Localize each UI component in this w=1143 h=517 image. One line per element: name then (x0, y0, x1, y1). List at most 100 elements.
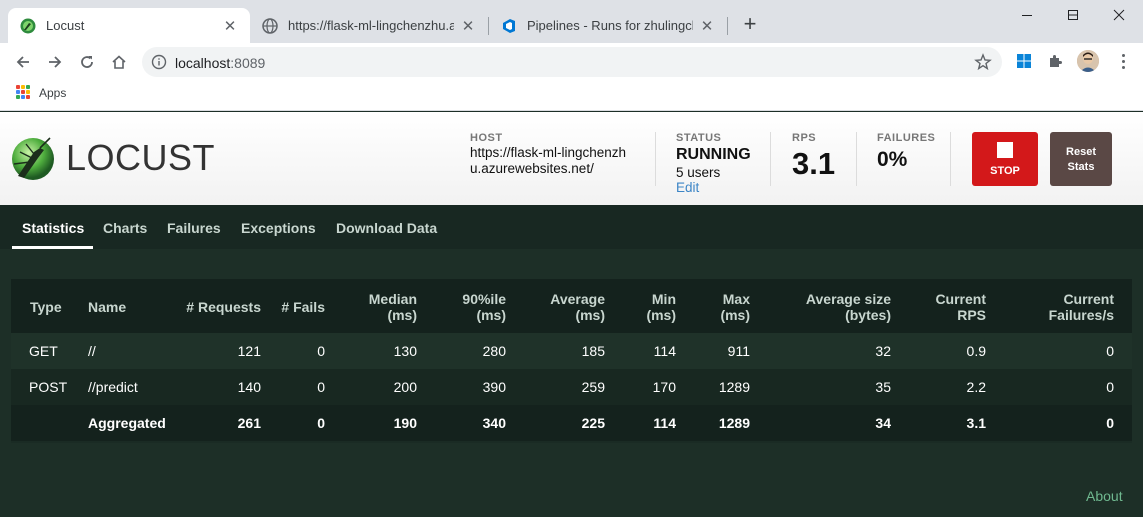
close-tab-icon[interactable]: ✕ (222, 17, 238, 35)
cell-90ile: 340 (482, 415, 506, 431)
url-port: :8089 (230, 55, 266, 71)
user-count: 5 users (676, 165, 721, 180)
apps-grid-icon[interactable] (16, 85, 30, 99)
reset-stats-button[interactable]: Reset Stats (1050, 132, 1112, 186)
tab-exceptions[interactable]: Exceptions (241, 220, 316, 236)
bookmark-star-icon[interactable] (974, 53, 992, 71)
tab-title: Pipelines - Runs for zhulingchen/flask-m… (527, 18, 693, 33)
cell-type: POST (29, 379, 68, 395)
cell-max: 911 (727, 343, 750, 359)
dot (1121, 59, 1125, 63)
cell-requests: 121 (237, 343, 261, 359)
col-current-failures[interactable]: Current Failures/s (1049, 291, 1114, 323)
col-type[interactable]: Type (30, 299, 62, 315)
url-text[interactable]: localhost:8089 (175, 55, 265, 71)
cell-requests: 140 (237, 379, 261, 395)
dot (1121, 53, 1125, 57)
col-label: Name (88, 299, 127, 315)
col-name[interactable]: Name (88, 299, 126, 315)
minimize-button[interactable] (1004, 0, 1050, 30)
col-requests[interactable]: # Requests (186, 299, 261, 315)
tab-download-data[interactable]: Download Data (336, 220, 437, 236)
tab-title: https://flask-ml-lingchenzhu.azurewebsit… (288, 18, 454, 33)
windows-icon (1017, 54, 1031, 68)
col-label: # Fails (281, 299, 325, 315)
cell-fails: 0 (317, 379, 325, 395)
close-tab-icon[interactable]: ✕ (460, 17, 476, 35)
locust-logo-text: LOCUST (66, 137, 216, 178)
rps-label: RPS (792, 132, 817, 144)
browser-tab-flask-site[interactable]: https://flask-ml-lingchenzhu.azurewebsit… (250, 8, 488, 43)
avatar-icon (1077, 50, 1099, 72)
rps-value: 3.1 (792, 146, 836, 181)
extensions-button[interactable] (1045, 51, 1065, 71)
tab-statistics[interactable]: Statistics (22, 220, 84, 236)
failures-value: 0% (877, 148, 908, 171)
col-median[interactable]: Median (ms) (369, 291, 417, 323)
col-current-rps[interactable]: Current RPS (935, 291, 986, 323)
cell-name: Aggregated (88, 415, 166, 431)
cell-median: 200 (393, 379, 417, 395)
browser-tab-locust[interactable]: Locust ✕ (8, 8, 250, 43)
col-label: Min (651, 291, 676, 307)
cell-current-failures: 0 (1106, 379, 1114, 395)
cell-fails: 0 (317, 415, 325, 431)
col-average-size[interactable]: Average size (bytes) (806, 291, 891, 323)
address-bar[interactable]: localhost:8089 (142, 47, 1002, 77)
browser-toolbar: localhost:8089 (0, 43, 1143, 79)
locust-favicon-icon (20, 18, 36, 33)
cell-current-rps: 0.9 (966, 343, 986, 359)
col-max[interactable]: Max (ms) (720, 291, 750, 323)
col-unit: RPS (957, 307, 986, 323)
status-value: RUNNING (676, 146, 751, 163)
tab-title: Locust (46, 18, 85, 33)
close-window-button[interactable] (1096, 0, 1142, 30)
info-icon[interactable] (151, 54, 167, 70)
locust-logo-icon (12, 137, 54, 180)
new-tab-button[interactable]: + (738, 12, 762, 38)
stop-button[interactable]: STOP (972, 132, 1038, 186)
col-90ile[interactable]: 90%ile (ms) (462, 291, 506, 323)
forward-button[interactable] (42, 49, 68, 75)
cell-current-rps: 3.1 (966, 415, 986, 431)
status-stat: STATUS RUNNING 5 users Edit (676, 132, 751, 195)
header-divider (770, 132, 771, 186)
col-unit: (bytes) (845, 307, 891, 323)
cell-current-failures: 0 (1106, 415, 1114, 431)
col-label: Average (550, 291, 605, 307)
col-average[interactable]: Average (ms) (550, 291, 605, 323)
tab-charts[interactable]: Charts (103, 220, 147, 236)
arrow-right-icon (49, 56, 62, 68)
col-fails[interactable]: # Fails (281, 299, 325, 315)
windows-extension-button[interactable] (1014, 51, 1034, 71)
home-button[interactable] (106, 49, 132, 75)
cell-min: 170 (652, 379, 676, 395)
col-unit: (ms) (387, 307, 417, 323)
url-host: localhost (175, 55, 231, 71)
profile-avatar[interactable] (1077, 50, 1099, 72)
minimize-icon (1022, 15, 1032, 16)
tab-failures[interactable]: Failures (167, 220, 221, 236)
cell-average: 225 (581, 415, 605, 431)
cell-requests: 261 (237, 415, 261, 431)
col-min[interactable]: Min (ms) (646, 291, 676, 323)
browser-tab-pipelines[interactable]: Pipelines - Runs for zhulingchen/flask-m… (489, 8, 727, 43)
reload-button[interactable] (74, 49, 100, 75)
cell-average-size: 35 (875, 379, 891, 395)
browser-menu-button[interactable] (1113, 51, 1133, 71)
cell-type: GET (29, 343, 58, 359)
reset-label-line1: Reset (1066, 146, 1096, 158)
cell-90ile: 390 (482, 379, 506, 395)
col-unit: (ms) (720, 307, 750, 323)
maximize-button[interactable] (1050, 0, 1096, 30)
close-tab-icon[interactable]: ✕ (699, 17, 715, 35)
back-button[interactable] (10, 49, 36, 75)
cell-current-rps: 2.2 (966, 379, 986, 395)
about-link[interactable]: About (1086, 488, 1123, 504)
edit-link[interactable]: Edit (676, 180, 751, 195)
failures-stat: FAILURES 0% (877, 132, 935, 172)
cell-min: 114 (653, 343, 676, 359)
cell-average: 185 (581, 343, 605, 359)
bookmark-apps[interactable]: Apps (39, 86, 66, 100)
statistics-table: Type Name # Requests # Fails Median (ms) … (11, 279, 1132, 443)
